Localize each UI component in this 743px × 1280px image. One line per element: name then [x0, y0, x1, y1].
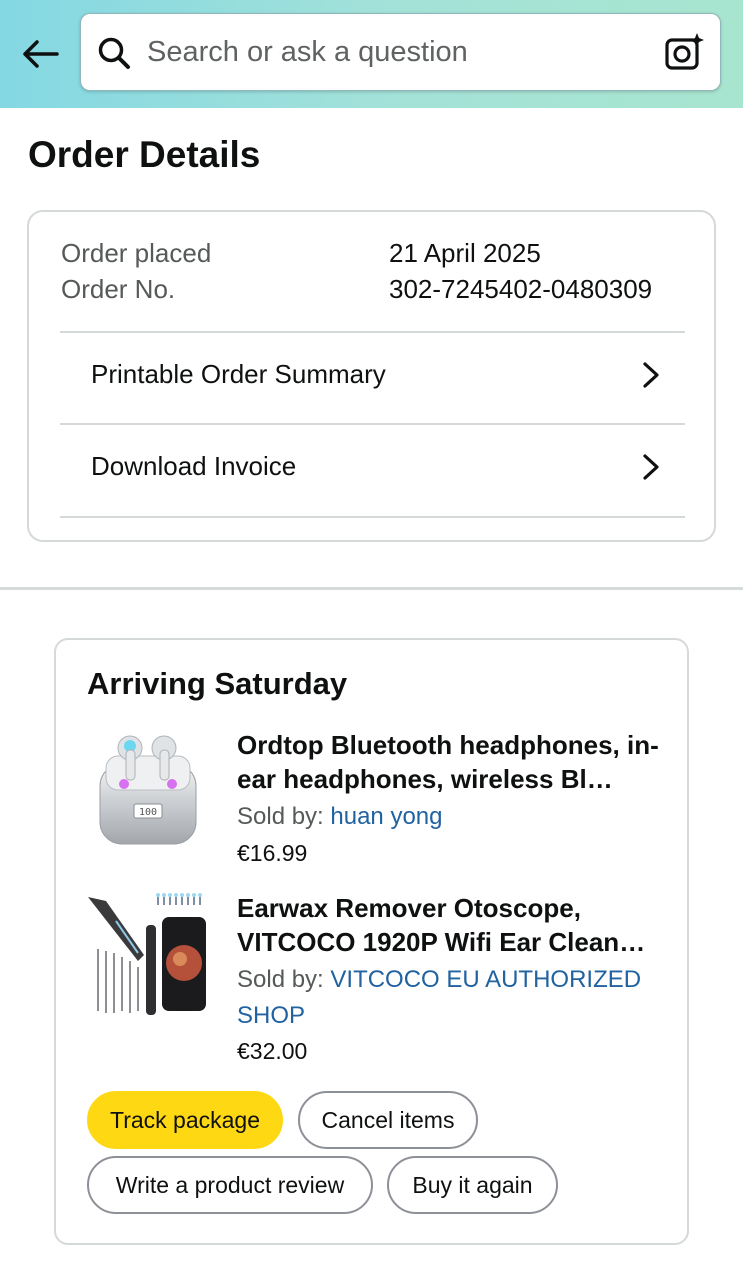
- product-image-earbuds[interactable]: 100: [86, 728, 212, 858]
- product-title[interactable]: Ordtop Bluetooth headphones, in-ear head…: [237, 728, 667, 796]
- cancel-items-button[interactable]: Cancel items: [298, 1091, 478, 1149]
- delivery-status-title: Arriving Saturday: [87, 666, 348, 701]
- seller-line: Sold by: huan yong: [237, 799, 667, 835]
- printable-order-summary-link[interactable]: Printable Order Summary: [60, 333, 685, 421]
- page-title: Order Details: [28, 134, 261, 175]
- chevron-right-icon: [643, 362, 659, 388]
- seller-line: Sold by: VITCOCO EU AUTHORIZED SHOP: [237, 962, 667, 1034]
- order-number-value: 302-7245402-0480309: [389, 274, 653, 304]
- order-info-card: Order placed 21 April 2025 Order No. 302…: [27, 210, 716, 542]
- order-placed-label: Order placed: [61, 238, 212, 268]
- download-invoice-link[interactable]: Download Invoice: [60, 425, 685, 513]
- section-separator: [0, 587, 743, 590]
- seller-link[interactable]: huan yong: [330, 803, 442, 830]
- camera-sparkle-icon[interactable]: [664, 32, 704, 72]
- track-package-button[interactable]: Track package: [87, 1091, 283, 1149]
- search-bar[interactable]: [80, 13, 721, 91]
- arrow-left-icon: [23, 40, 59, 68]
- product-title[interactable]: Earwax Remover Otoscope, VITCOCO 1920P W…: [237, 891, 667, 959]
- search-icon: [98, 37, 130, 69]
- divider: [60, 516, 685, 518]
- sold-by-label: Sold by:: [237, 803, 324, 830]
- sold-by-label: Sold by:: [237, 966, 324, 993]
- svg-text:100: 100: [139, 807, 157, 818]
- link-label: Printable Order Summary: [91, 359, 386, 389]
- back-button[interactable]: [18, 34, 62, 74]
- top-header: [0, 0, 743, 108]
- buy-again-button[interactable]: Buy it again: [387, 1156, 558, 1214]
- shipment-card: Arriving Saturday 100 Ordtop Bluetooth h…: [54, 638, 689, 1245]
- link-label: Download Invoice: [91, 451, 297, 481]
- order-number-label: Order No.: [61, 274, 176, 304]
- chevron-right-icon: [643, 454, 659, 480]
- product-image-otoscope[interactable]: [86, 891, 212, 1021]
- order-item: 100 Ordtop Bluetooth headphones, in-ear …: [86, 728, 666, 868]
- search-input[interactable]: [147, 32, 647, 72]
- product-price: €16.99: [237, 840, 308, 866]
- order-item: Earwax Remover Otoscope, VITCOCO 1920P W…: [86, 891, 666, 1071]
- order-placed-value: 21 April 2025: [389, 238, 541, 268]
- write-review-button[interactable]: Write a product review: [87, 1156, 373, 1214]
- product-price: €32.00: [237, 1038, 308, 1064]
